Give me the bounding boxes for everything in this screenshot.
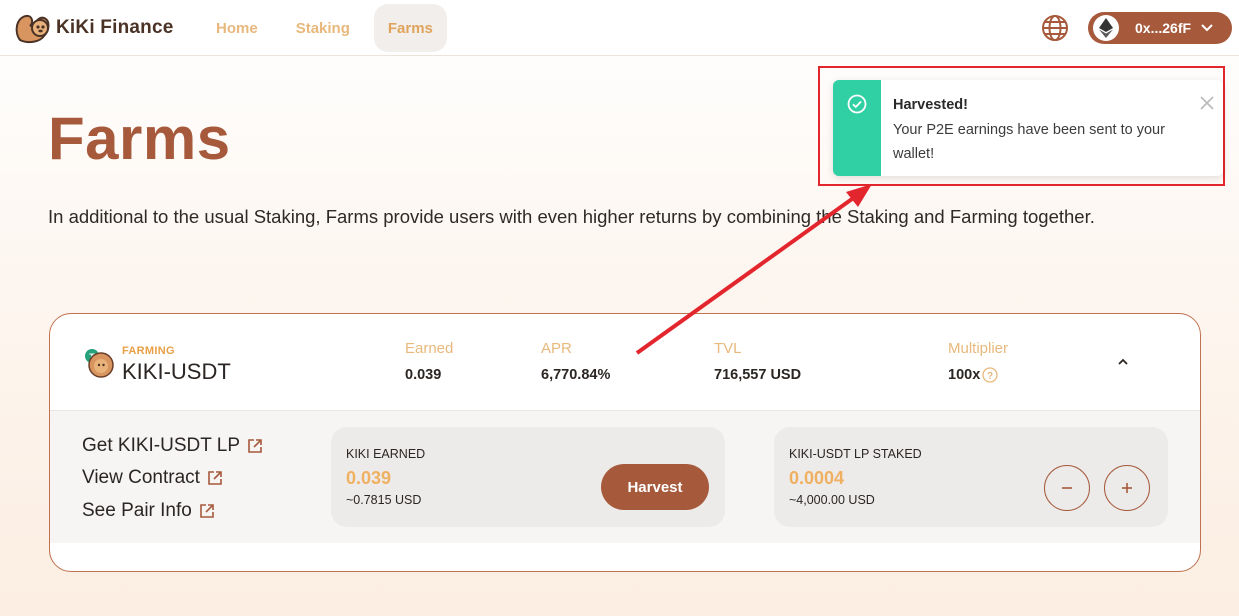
earned-usd: ~0.7815 USD	[346, 493, 422, 507]
external-link-icon	[200, 504, 214, 518]
nav-staking[interactable]: Staking	[282, 4, 364, 52]
farm-card: T FARMING KIKI-USDT Earned 0.039 APR 6,7…	[49, 313, 1201, 572]
brand-logo[interactable]: KiKi Finance	[14, 10, 173, 46]
stat-value: 6,770.84%	[541, 367, 611, 383]
stat-multiplier: Multiplier 100x ?	[948, 340, 1008, 383]
wallet-address: 0x...26fF	[1135, 20, 1192, 36]
toast-accent-bar	[833, 80, 881, 176]
plus-icon	[1122, 483, 1132, 493]
check-circle-icon	[847, 94, 867, 114]
nav-farms[interactable]: Farms	[373, 4, 447, 52]
svg-text:?: ?	[987, 371, 993, 382]
wallet-button[interactable]: 0x...26fF	[1088, 12, 1232, 44]
close-icon[interactable]	[1200, 96, 1214, 115]
link-label: See Pair Info	[82, 500, 192, 521]
farm-card-details: Get KIKI-USDT LP View Contract See Pair …	[50, 411, 1200, 543]
harvest-toast: Harvested! Your P2E earnings have been s…	[833, 80, 1223, 176]
globe-icon[interactable]	[1041, 14, 1069, 42]
stat-value: 0.039	[405, 367, 442, 383]
staked-value: 0.0004	[789, 468, 845, 488]
external-link-icon	[208, 471, 222, 485]
minus-icon	[1062, 487, 1072, 489]
brand-name: KiKi Finance	[56, 17, 174, 38]
earned-label: KIKI EARNED	[346, 447, 426, 461]
chevron-up-icon[interactable]	[1116, 354, 1130, 372]
pair-token-icon: T	[83, 347, 115, 379]
staked-panel: KIKI-USDT LP STAKED 0.0004 ~4,000.00 USD	[774, 427, 1168, 527]
staked-label: KIKI-USDT LP STAKED	[789, 447, 922, 461]
get-lp-link[interactable]: Get KIKI-USDT LP	[82, 435, 263, 457]
stat-label: APR	[541, 340, 572, 357]
stake-plus-button[interactable]	[1104, 465, 1150, 511]
stat-label: TVL	[714, 340, 742, 357]
farming-tag: FARMING	[122, 345, 175, 357]
stat-tvl: TVL 716,557 USD	[714, 340, 801, 383]
chevron-down-icon	[1201, 19, 1213, 37]
harvest-button[interactable]: Harvest	[601, 464, 709, 510]
pair-name: KIKI-USDT	[122, 359, 231, 384]
earned-value: 0.039	[346, 468, 392, 488]
stat-earned: Earned 0.039	[405, 340, 453, 383]
nav-home[interactable]: Home	[202, 4, 272, 52]
staked-usd: ~4,000.00 USD	[789, 493, 875, 507]
main-nav: Home Staking Farms	[202, 4, 457, 52]
help-icon[interactable]: ?	[982, 367, 998, 383]
see-pair-info-link[interactable]: See Pair Info	[82, 500, 215, 522]
toast-title: Harvested!	[893, 97, 968, 113]
unstake-minus-button[interactable]	[1044, 465, 1090, 511]
farm-card-header[interactable]: T FARMING KIKI-USDT Earned 0.039 APR 6,7…	[50, 314, 1200, 411]
page-title: Farms	[48, 105, 231, 172]
stat-label: Earned	[405, 340, 454, 357]
toast-message: Your P2E earnings have been sent to your…	[893, 122, 1165, 162]
top-nav-bar: KiKi Finance Home Staking Farms 0x...26f…	[0, 0, 1239, 56]
page-description: In additional to the usual Staking, Farm…	[48, 206, 1095, 227]
link-label: View Contract	[82, 467, 200, 488]
stat-value: 716,557 USD	[714, 367, 802, 383]
stat-label: Multiplier	[948, 340, 1009, 357]
stat-apr: APR 6,770.84%	[541, 340, 610, 383]
stat-value: 100x ?	[948, 367, 1008, 383]
ethereum-icon	[1093, 15, 1119, 41]
external-link-icon	[248, 439, 262, 453]
earned-panel: KIKI EARNED 0.039 ~0.7815 USD Harvest	[331, 427, 725, 527]
squirrel-logo-icon	[14, 10, 52, 46]
link-label: Get KIKI-USDT LP	[82, 435, 241, 456]
view-contract-link[interactable]: View Contract	[82, 467, 223, 489]
